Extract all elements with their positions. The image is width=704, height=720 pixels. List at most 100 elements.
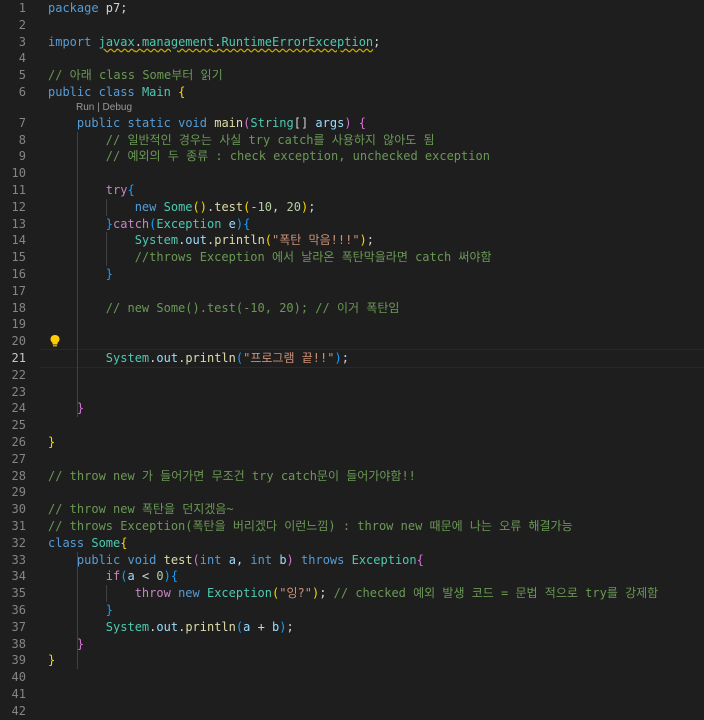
- code-token: ;: [319, 586, 334, 601]
- line-number: 24: [11, 401, 26, 416]
- code-token: System: [105, 619, 150, 634]
- code-token: javax: [98, 34, 135, 49]
- code-token: ): [163, 569, 171, 584]
- code-line: new Some().test(-10, 20);: [48, 199, 704, 216]
- code-token: "폭탄 막음!!!": [272, 233, 360, 248]
- line-number: 30: [11, 502, 26, 517]
- code-token: throw: [134, 586, 171, 601]
- code-token: ): [359, 233, 367, 248]
- code-token: try: [105, 183, 128, 197]
- code-token: ): [279, 619, 287, 634]
- code-token: "프로그램 끝!!": [243, 351, 335, 365]
- line-number: 42: [11, 703, 26, 718]
- codelens-run-debug: Run | Debug: [76, 101, 132, 115]
- code-line: System.out.println("프로그램 끝!!");: [48, 350, 704, 367]
- code-editor[interactable]: 1 2 3 4 5 6 7 8 9 10 11 12 13 14 15 16 17 18 19 20 21 22 23 24 2…: [0, 0, 704, 718]
- code-token: // checked 예외 발생 코드 = 문법 적으로 try를 강제함: [333, 586, 659, 601]
- code-token: println: [214, 233, 265, 248]
- code-token: if: [105, 569, 121, 584]
- code-token: // throw new 폭탄을 던지겠음~: [48, 502, 234, 517]
- codelens-run-link[interactable]: Run: [76, 102, 94, 113]
- code-token: {: [358, 115, 367, 130]
- code-token: p7;: [98, 1, 128, 15]
- code-token: throws: [301, 552, 345, 567]
- code-line: package p7;: [48, 0, 704, 17]
- code-token: ): [334, 351, 342, 365]
- code-line: try{: [48, 182, 704, 199]
- code-token: out: [185, 233, 207, 248]
- code-token: RuntimeErrorException: [221, 34, 374, 49]
- code-line: }catch(Exception e){: [48, 216, 704, 233]
- code-line: if(a < 0){: [48, 568, 704, 585]
- line-number: 33: [11, 552, 26, 567]
- code-token: (): [192, 199, 207, 214]
- code-token: // 아래 class Some부터 읽기: [48, 68, 223, 83]
- code-line: // 아래 class Some부터 읽기: [48, 67, 704, 84]
- code-line: System.out.println(a + b);: [48, 619, 704, 636]
- codelens-debug-link[interactable]: Debug: [103, 102, 132, 113]
- line-number: 28: [11, 468, 26, 483]
- line-number: 31: [11, 519, 26, 533]
- code-token: ;: [373, 34, 381, 49]
- code-line: System.out.println("폭탄 막음!!!");: [48, 232, 704, 249]
- line-number: 11: [11, 183, 26, 197]
- code-line: // new Some().test(-10, 20); // 이거 폭탄임: [48, 300, 704, 317]
- code-token: Exception: [351, 552, 417, 567]
- line-number: 17: [11, 283, 26, 298]
- line-number: 22: [11, 367, 26, 382]
- code-token: a: [127, 569, 135, 584]
- line-number: 9: [18, 149, 26, 164]
- code-token: main: [214, 115, 244, 130]
- code-token: out: [156, 619, 179, 634]
- code-token: <: [134, 569, 157, 584]
- code-token: out: [156, 351, 179, 365]
- line-number: 13: [11, 216, 26, 231]
- line-number: 2: [18, 17, 26, 32]
- code-token: void: [127, 552, 157, 567]
- code-token: (: [192, 552, 200, 567]
- code-token: // new Some().test(-10, 20); // 이거 폭탄임: [105, 300, 400, 315]
- code-token: public: [76, 552, 121, 567]
- code-line: }: [48, 400, 704, 417]
- code-token: new: [134, 199, 157, 214]
- code-token: test: [163, 552, 193, 567]
- code-token: {: [120, 535, 128, 550]
- code-token: management: [141, 34, 215, 49]
- line-number: 26: [11, 435, 26, 449]
- code-token: package: [48, 1, 99, 15]
- code-token: println: [185, 619, 236, 634]
- code-line: public void test(int a, int b) throws Ex…: [48, 552, 704, 569]
- code-token: b: [279, 552, 287, 567]
- line-number: 16: [11, 267, 26, 281]
- code-line: // 일반적인 경우는 사실 try catch를 사용하지 않아도 됨: [48, 132, 704, 149]
- code-token: // throw new 가 들어가면 무조건 try catch문이 들어가야…: [48, 468, 416, 483]
- code-token: // throws Exception(폭탄을 버리겠다 이런느낌) : thr…: [48, 519, 573, 533]
- code-line: }: [48, 652, 704, 669]
